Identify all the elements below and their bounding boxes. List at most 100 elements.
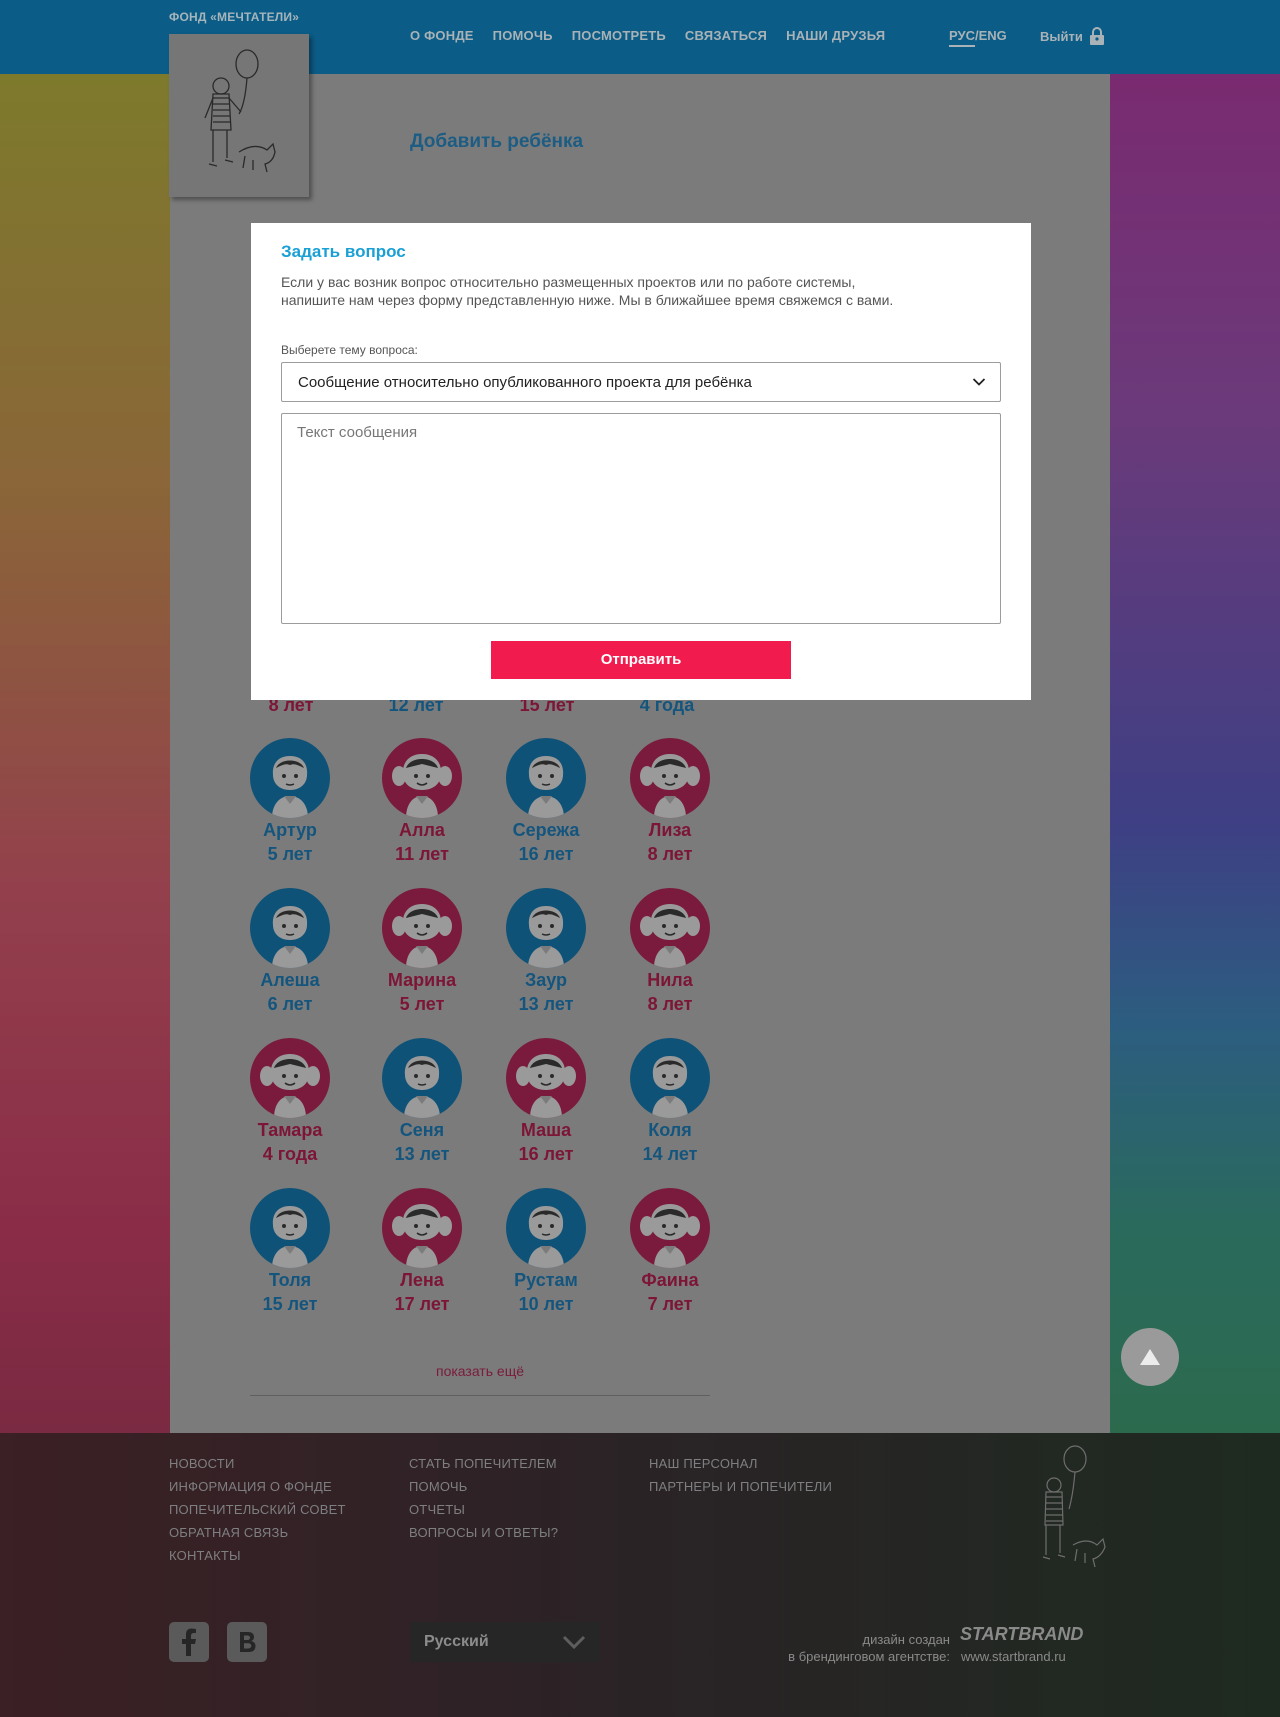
child-card[interactable]: Маша 16 лет bbox=[496, 1038, 596, 1166]
girl-avatar-icon bbox=[392, 1204, 452, 1268]
footer-link-partners[interactable]: ПАРТНЕРЫ И ПОПЕЧИТЕЛИ bbox=[649, 1479, 832, 1494]
nav-contact[interactable]: СВЯЗАТЬСЯ bbox=[685, 28, 767, 43]
submit-button[interactable]: Отправить bbox=[491, 641, 791, 679]
child-card[interactable]: Сережа 16 лет bbox=[496, 738, 596, 866]
child-name: Сережа bbox=[512, 820, 580, 840]
child-name: Заур bbox=[524, 970, 568, 990]
child-name: Лиза bbox=[648, 820, 692, 840]
footer-link-faq[interactable]: ВОПРОСЫ И ОТВЕТЫ? bbox=[409, 1525, 558, 1540]
nav-friends[interactable]: НАШИ ДРУЗЬЯ bbox=[786, 28, 885, 43]
nav-about[interactable]: О ФОНДЕ bbox=[410, 28, 474, 43]
child-card[interactable]: Нила 8 лет bbox=[620, 888, 720, 1016]
child-age: 10 лет bbox=[518, 1294, 574, 1314]
girl-avatar-icon bbox=[392, 754, 452, 818]
child-avatar bbox=[382, 888, 462, 968]
child-avatar bbox=[506, 1038, 586, 1118]
child-name: Коля bbox=[648, 1120, 692, 1140]
boy-avatar-icon bbox=[272, 906, 308, 968]
footer-col-1: НОВОСТИ ИНФОРМАЦИЯ О ФОНДЕ ПОПЕЧИТЕЛЬСКИ… bbox=[169, 1456, 346, 1563]
message-textarea[interactable]: Текст сообщения bbox=[281, 413, 1001, 624]
child-name: Лена bbox=[400, 1270, 444, 1290]
child-avatar bbox=[250, 1188, 330, 1268]
scroll-top-button[interactable] bbox=[1121, 1328, 1179, 1386]
footer-link-board[interactable]: ПОПЕЧИТЕЛЬСКИЙ СОВЕТ bbox=[169, 1502, 346, 1517]
child-card[interactable]: Коля 14 лет bbox=[620, 1038, 720, 1166]
footer-link-contacts[interactable]: КОНТАКТЫ bbox=[169, 1548, 346, 1563]
child-age: 15 лет bbox=[262, 1294, 318, 1314]
child-age: 6 лет bbox=[267, 994, 313, 1014]
girl-avatar-icon bbox=[516, 1054, 576, 1118]
footer-logo-icon bbox=[1042, 1445, 1106, 1568]
lang-en[interactable]: ENG bbox=[979, 28, 1007, 43]
girl-avatar-icon bbox=[640, 1204, 700, 1268]
child-avatar bbox=[506, 888, 586, 968]
girl-avatar-icon bbox=[260, 1054, 320, 1118]
nav-watch[interactable]: ПОСМОТРЕТЬ bbox=[572, 28, 666, 43]
facebook-button[interactable] bbox=[169, 1622, 209, 1662]
language-select[interactable]: Русский bbox=[410, 1622, 600, 1662]
boy-avatar-icon bbox=[272, 1206, 308, 1268]
child-avatar bbox=[506, 738, 586, 818]
boy-avatar-icon bbox=[528, 756, 564, 818]
child-age: 13 лет bbox=[394, 1144, 450, 1164]
child-name: Толя bbox=[268, 1270, 312, 1290]
child-card[interactable]: Тамара 4 года bbox=[240, 1038, 340, 1166]
boy-avatar-icon bbox=[652, 1056, 688, 1118]
child-avatar bbox=[630, 888, 710, 968]
agency-logo[interactable]: STARTBRAND bbox=[960, 1624, 1083, 1645]
topic-select-value: Сообщение относительно опубликованного п… bbox=[298, 373, 752, 391]
lang-ru[interactable]: РУС bbox=[949, 28, 975, 47]
topic-label: Выберете тему вопроса: bbox=[281, 343, 418, 357]
logo[interactable] bbox=[169, 34, 309, 197]
vk-button[interactable] bbox=[227, 1622, 267, 1662]
child-name: Маша bbox=[520, 1120, 572, 1140]
ask-question-modal: Задать вопрос Если у вас возник вопрос о… bbox=[251, 223, 1031, 700]
child-card[interactable]: Алеша 6 лет bbox=[240, 888, 340, 1016]
logout-button[interactable]: Выйти bbox=[1040, 27, 1105, 45]
child-card[interactable]: Заур 13 лет bbox=[496, 888, 596, 1016]
main-nav: О ФОНДЕ ПОМОЧЬ ПОСМОТРЕТЬ СВЯЗАТЬСЯ НАШИ… bbox=[410, 28, 885, 43]
child-card[interactable]: Рустам 10 лет bbox=[496, 1188, 596, 1316]
child-card[interactable]: Сеня 13 лет bbox=[372, 1038, 472, 1166]
language-select-value: Русский bbox=[424, 1633, 489, 1650]
nav-help[interactable]: ПОМОЧЬ bbox=[493, 28, 553, 43]
child-age: 7 лет bbox=[647, 1294, 693, 1314]
child-card[interactable]: Марина 5 лет bbox=[372, 888, 472, 1016]
footer-link-become-trustee[interactable]: СТАТЬ ПОПЕЧИТЕЛЕМ bbox=[409, 1456, 558, 1471]
footer-link-reports[interactable]: ОТЧЕТЫ bbox=[409, 1502, 558, 1517]
modal-description: Если у вас возник вопрос относительно ра… bbox=[281, 274, 894, 308]
child-card[interactable]: Алла 11 лет bbox=[372, 738, 472, 866]
child-age: 14 лет bbox=[642, 1144, 698, 1164]
vk-icon bbox=[240, 1632, 256, 1652]
language-switch: РУС/ENG bbox=[949, 28, 1007, 47]
child-avatar bbox=[382, 738, 462, 818]
child-age: 8 лет bbox=[647, 844, 693, 864]
child-card[interactable]: Фаина 7 лет bbox=[620, 1188, 720, 1316]
child-avatar bbox=[250, 888, 330, 968]
child-card[interactable]: Толя 15 лет bbox=[240, 1188, 340, 1316]
child-avatar bbox=[250, 1038, 330, 1118]
background-right bbox=[1110, 73, 1280, 1433]
facebook-icon bbox=[182, 1628, 196, 1656]
footer-link-help[interactable]: ПОМОЧЬ bbox=[409, 1479, 558, 1494]
footer-link-info[interactable]: ИНФОРМАЦИЯ О ФОНДЕ bbox=[169, 1479, 346, 1494]
boy-avatar-icon bbox=[528, 1206, 564, 1268]
child-card[interactable]: Артур 5 лет bbox=[240, 738, 340, 866]
girl-avatar-icon bbox=[640, 904, 700, 968]
background-left bbox=[0, 73, 170, 1433]
footer-link-news[interactable]: НОВОСТИ bbox=[169, 1456, 346, 1471]
child-name: Фаина bbox=[641, 1270, 699, 1290]
child-age: 17 лет bbox=[394, 1294, 450, 1314]
dreamer-boy-logo-icon bbox=[204, 49, 276, 173]
child-card[interactable]: Лиза 8 лет bbox=[620, 738, 720, 866]
topic-select[interactable]: Сообщение относительно опубликованного п… bbox=[281, 362, 1001, 402]
show-more-button[interactable]: показать ещё bbox=[250, 1348, 710, 1396]
child-age: 13 лет bbox=[518, 994, 574, 1014]
agency-url[interactable]: www.startbrand.ru bbox=[961, 1649, 1066, 1664]
footer-link-feedback[interactable]: ОБРАТНАЯ СВЯЗЬ bbox=[169, 1525, 346, 1540]
child-card[interactable]: Лена 17 лет bbox=[372, 1188, 472, 1316]
child-avatar bbox=[382, 1038, 462, 1118]
footer-link-staff[interactable]: НАШ ПЕРСОНАЛ bbox=[649, 1456, 832, 1471]
child-avatar bbox=[630, 738, 710, 818]
chevron-down-icon bbox=[972, 378, 986, 386]
